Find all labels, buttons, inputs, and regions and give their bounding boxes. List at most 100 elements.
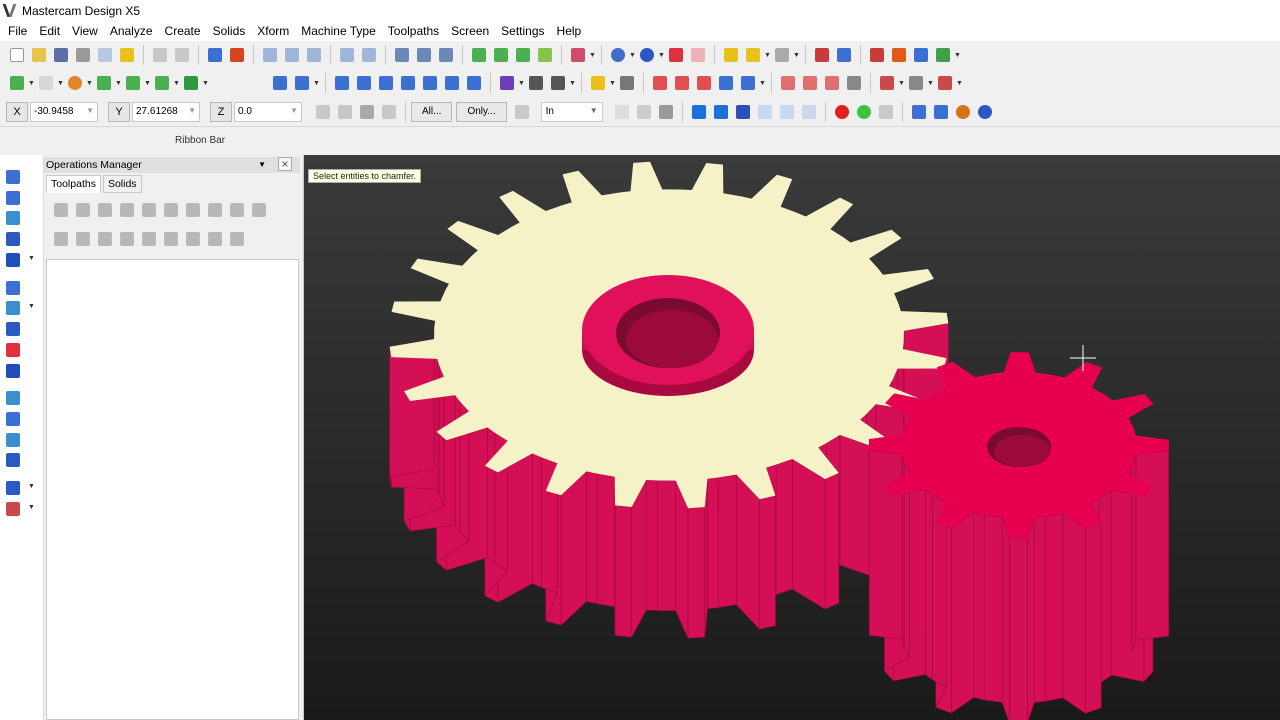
redo-icon[interactable] [172,45,192,65]
tab-solids[interactable]: Solids [102,175,142,193]
solid-shade-icon[interactable] [666,45,686,65]
chevron-down-icon[interactable]: ▼ [258,160,266,169]
surface-fillet-icon[interactable] [778,73,798,93]
chevron-down-icon[interactable]: ▼ [28,303,35,310]
menu-machine-type[interactable]: Machine Type [295,21,382,41]
deselect-ops-icon[interactable] [76,203,90,217]
post-selected-icon[interactable] [208,203,222,217]
chevron-down-icon[interactable]: ▼ [173,73,180,93]
pencil-icon[interactable] [721,45,741,65]
wand-icon[interactable] [612,102,632,122]
highlight-icon[interactable] [743,45,763,65]
zoom-in-icon[interactable] [304,45,324,65]
machine-def-icon[interactable] [867,45,887,65]
chevron-down-icon[interactable]: ▼ [86,106,94,118]
lock-icon[interactable] [335,102,355,122]
menu-settings[interactable]: Settings [495,21,550,41]
context-help-icon[interactable] [812,45,832,65]
menu-solids[interactable]: Solids [207,21,252,41]
unzoom-icon[interactable] [359,45,379,65]
toolpath-3d-icon[interactable] [6,301,20,315]
grid-icon[interactable] [526,73,546,93]
chevron-down-icon[interactable]: ▼ [144,73,151,93]
insert-arrow-icon[interactable] [164,232,178,246]
surface-draft-icon[interactable] [716,73,736,93]
toolpath-router-icon[interactable] [6,502,20,516]
autocursor-settings-icon[interactable] [357,102,377,122]
xform-offset-icon[interactable] [420,73,440,93]
toolpath-engrave-icon[interactable] [6,322,20,336]
face-select-icon[interactable] [711,102,731,122]
select-cursor-icon[interactable] [634,102,654,122]
toolpath-trim-icon[interactable] [6,343,20,357]
help-icon[interactable] [876,102,896,122]
operations-list[interactable] [46,259,299,720]
undo-icon[interactable] [150,45,170,65]
menu-analyze[interactable]: Analyze [104,21,159,41]
only-display-icon[interactable] [208,232,222,246]
g1-post-icon[interactable] [186,203,200,217]
view-iso-cube-icon[interactable] [535,45,555,65]
surface-flowline-icon[interactable] [694,73,714,93]
chevron-down-icon[interactable]: ▼ [658,45,665,65]
surface-ruled-icon[interactable] [738,73,758,93]
create-point-icon[interactable] [7,73,27,93]
mesh-icon[interactable] [906,73,926,93]
highfeed-icon[interactable] [230,203,244,217]
x-coordinate-field[interactable]: -30.9458 ▼ [30,101,98,122]
chevron-down-icon[interactable]: ▼ [898,73,905,93]
menu-file[interactable]: File [2,21,33,41]
toolpath-stock-icon[interactable] [6,364,20,378]
xform-stretch-icon[interactable] [464,73,484,93]
chevron-down-icon[interactable]: ▼ [518,73,525,93]
zoom-target-icon[interactable] [282,45,302,65]
chevron-down-icon[interactable]: ▼ [28,483,35,490]
select-only-button[interactable]: Only... [456,101,507,122]
edge-select-icon[interactable] [755,102,775,122]
chevron-down-icon[interactable]: ▼ [927,73,934,93]
wireframe-solid-icon[interactable] [877,73,897,93]
trim-icon[interactable] [270,73,290,93]
help-icon[interactable] [379,102,399,122]
chevron-down-icon[interactable]: ▼ [569,73,576,93]
verify-icon[interactable] [164,203,178,217]
toolpath-contour-icon[interactable] [6,170,20,184]
post-icon[interactable] [911,45,931,65]
wizard-icon[interactable] [117,45,137,65]
y-coordinate-field[interactable]: 27.61268 ▼ [132,101,200,122]
print-preview-icon[interactable] [95,45,115,65]
rectangle-icon[interactable] [123,73,143,93]
globe-icon[interactable] [608,45,628,65]
fast-point-icon[interactable] [313,102,333,122]
tool-holder-icon[interactable] [935,73,955,93]
menu-xform[interactable]: Xform [251,21,295,41]
print-icon[interactable] [73,45,93,65]
select-all-ops-icon[interactable] [54,203,68,217]
solid-extrude-icon[interactable] [181,73,201,93]
select-box-icon[interactable] [656,102,676,122]
spline-icon[interactable] [152,73,172,93]
break-icon[interactable] [292,73,312,93]
chevron-down-icon[interactable]: ▼ [57,73,64,93]
solid-select-icon[interactable] [689,102,709,122]
analyze-position-icon[interactable] [617,73,637,93]
xform-mirror-icon[interactable] [376,73,396,93]
chevron-down-icon[interactable]: ▼ [290,106,298,118]
surface-grid-icon[interactable] [650,73,670,93]
fit-icon[interactable] [227,45,247,65]
toggle-display-icon[interactable] [76,232,90,246]
chevron-down-icon[interactable]: ▼ [956,73,963,93]
zoom-window-icon[interactable] [260,45,280,65]
chevron-down-icon[interactable]: ▼ [115,73,122,93]
select-all-button[interactable]: All... [411,101,453,122]
xform-array-icon[interactable] [442,73,462,93]
select-clear-icon[interactable] [436,45,456,65]
toolpath-multiaxis-icon[interactable] [6,281,20,295]
view-front-cube-icon[interactable] [491,45,511,65]
material-icon[interactable] [953,102,973,122]
help-icon[interactable] [252,203,266,217]
scroll-icon[interactable] [186,232,200,246]
menu-create[interactable]: Create [159,21,207,41]
toolpath-wire-icon[interactable] [6,481,20,495]
regen-dirty-icon[interactable] [120,203,134,217]
